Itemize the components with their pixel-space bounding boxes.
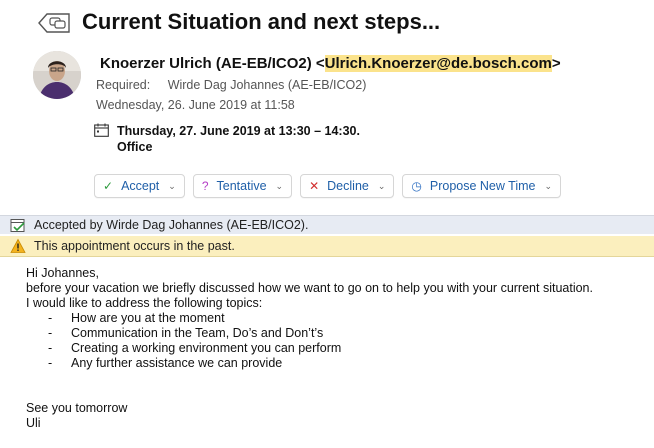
cross-icon: ✕ xyxy=(309,179,320,193)
calendar-icon xyxy=(94,123,109,137)
body-closing: See you tomorrow xyxy=(26,401,128,415)
topic-item: - Creating a working environment you can… xyxy=(26,341,593,356)
tentative-label: Tentative xyxy=(216,179,267,193)
message-subject: Current Situation and next steps... xyxy=(82,9,441,34)
sender-avatar xyxy=(33,51,81,99)
check-icon: ✓ xyxy=(103,179,114,193)
warning-icon xyxy=(10,238,26,253)
sent-date: Wednesday, 26. June 2019 at 11:58 xyxy=(96,98,295,112)
tentative-button[interactable]: ? Tentative ⌄ xyxy=(192,174,293,198)
accepted-text: Accepted by Wirde Dag Johannes (AE-EB/IC… xyxy=(34,218,309,232)
sender-line: Knoerzer Ulrich (AE-EB/ICO2) <Ulrich.Kno… xyxy=(100,55,561,72)
topic-text: How are you at the moment xyxy=(71,311,225,325)
past-appointment-warning: This appointment occurs in the past. xyxy=(0,236,654,257)
topic-text: Communication in the Team, Do’s and Don’… xyxy=(71,326,324,340)
response-buttons: ✓ Accept ⌄ ? Tentative ⌄ ✕ Decline ⌄ ◷ P… xyxy=(94,174,569,198)
chevron-down-icon[interactable]: ⌄ xyxy=(378,181,386,192)
decline-button[interactable]: ✕ Decline ⌄ xyxy=(300,174,395,198)
required-attendees: Required: Wirde Dag Johannes (AE-EB/ICO2… xyxy=(96,78,366,92)
sender-email-close: > xyxy=(551,55,561,72)
body-greeting: Hi Johannes, xyxy=(26,266,99,280)
sender-name: Knoerzer Ulrich (AE-EB/ICO2) xyxy=(100,55,312,72)
calendar-check-icon xyxy=(10,219,25,232)
clock-icon: ◷ xyxy=(411,179,422,193)
accepted-info-bar: Accepted by Wirde Dag Johannes (AE-EB/IC… xyxy=(0,215,654,234)
question-icon: ? xyxy=(201,179,209,193)
topic-text: Creating a working environment you can p… xyxy=(71,341,342,355)
sender-photo xyxy=(33,51,81,99)
sender-email[interactable]: Ulrich.Knoerzer@de.bosch.com xyxy=(324,55,552,72)
meeting-time: Thursday, 27. June 2019 at 13:30 – 14:30… xyxy=(117,124,360,138)
chevron-down-icon[interactable]: ⌄ xyxy=(168,181,176,192)
message-body: Hi Johannes, before your vacation we bri… xyxy=(26,266,593,431)
required-label: Required: xyxy=(96,78,151,92)
bullet-dash: - xyxy=(48,311,53,325)
meeting-location: Office xyxy=(117,140,153,154)
topic-text: Any further assistance we can provide xyxy=(71,356,283,370)
conversation-back-icon[interactable] xyxy=(36,12,72,34)
bullet-dash: - xyxy=(48,326,53,340)
body-signature: Uli xyxy=(26,416,41,430)
decline-label: Decline xyxy=(327,179,369,193)
sender-email-open: < xyxy=(315,55,325,72)
message-header: Current Situation and next steps... Knoe… xyxy=(0,0,654,212)
chevron-down-icon[interactable]: ⌄ xyxy=(544,181,552,192)
topic-item: - Any further assistance we can provide xyxy=(26,356,593,371)
body-line: before your vacation we briefly discusse… xyxy=(26,281,593,295)
required-attendee[interactable]: Wirde Dag Johannes (AE-EB/ICO2) xyxy=(168,78,367,92)
chevron-down-icon[interactable]: ⌄ xyxy=(276,181,284,192)
warning-text: This appointment occurs in the past. xyxy=(34,239,235,253)
meeting-time-location: Thursday, 27. June 2019 at 13:30 – 14:30… xyxy=(117,123,360,155)
propose-new-time-button[interactable]: ◷ Propose New Time ⌄ xyxy=(402,174,562,198)
body-line: I would like to address the following to… xyxy=(26,296,263,310)
bullet-dash: - xyxy=(48,341,53,355)
bullet-dash: - xyxy=(48,356,53,370)
topic-item: - How are you at the moment xyxy=(26,311,593,326)
accept-button[interactable]: ✓ Accept ⌄ xyxy=(94,174,185,198)
accept-label: Accept xyxy=(121,179,160,193)
propose-label: Propose New Time xyxy=(429,179,536,193)
topic-item: - Communication in the Team, Do’s and Do… xyxy=(26,326,593,341)
